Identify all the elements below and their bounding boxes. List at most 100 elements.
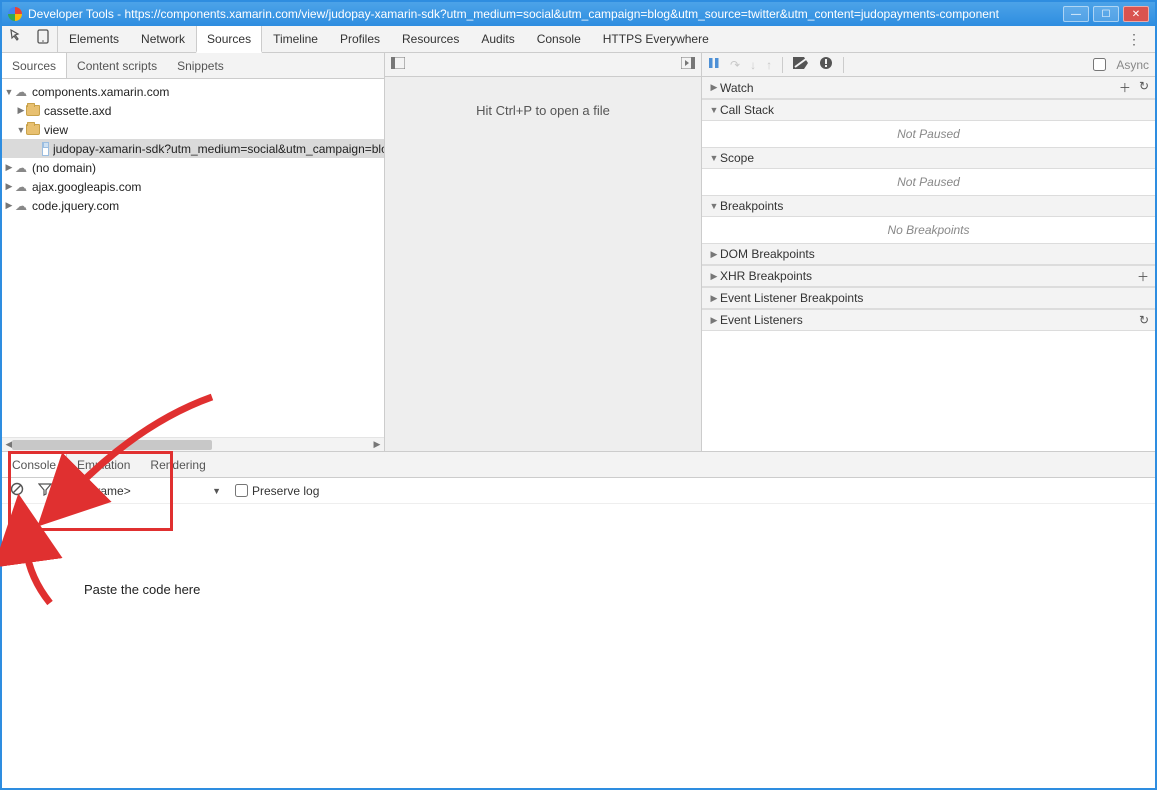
annotation-arrow-2: [20, 543, 80, 613]
show-debugger-icon[interactable]: [681, 57, 695, 72]
tab-https-everywhere[interactable]: HTTPS Everywhere: [592, 26, 720, 52]
section-event-listeners-label: Event Listeners: [720, 313, 803, 327]
chevron-down-icon: ▼: [212, 486, 221, 496]
main-toolbar: Elements Network Sources Timeline Profil…: [2, 26, 1155, 53]
add-watch-icon[interactable]: ＋: [1119, 79, 1131, 96]
window-titlebar: Developer Tools - https://components.xam…: [2, 2, 1155, 26]
scroll-right-icon[interactable]: ▶: [370, 439, 384, 450]
filter-icon[interactable]: [38, 482, 52, 499]
section-callstack[interactable]: ▼Call Stack: [702, 99, 1155, 121]
execution-context-selector[interactable]: <top frame> ▼: [66, 484, 221, 498]
chrome-icon: [8, 7, 22, 21]
section-scope-label: Scope: [720, 151, 754, 165]
window-title: Developer Tools - https://components.xam…: [28, 7, 1059, 21]
drawer-tab-rendering[interactable]: Rendering: [140, 452, 215, 477]
tree-domain-none[interactable]: (no domain): [32, 161, 96, 175]
subtab-sources[interactable]: Sources: [2, 53, 67, 78]
tree-file[interactable]: judopay-xamarin-sdk?utm_medium=social&ut…: [53, 142, 384, 156]
minimize-button[interactable]: —: [1063, 6, 1089, 22]
sources-panel: Sources Content scripts Snippets ▼☁compo…: [2, 53, 1155, 452]
folder-icon: [26, 124, 40, 135]
editor-tabstrip: [385, 53, 701, 77]
tree-origin: components.xamarin.com: [32, 85, 169, 99]
refresh-watch-icon[interactable]: ↻: [1139, 79, 1149, 96]
section-xhr-label: XHR Breakpoints: [720, 269, 812, 283]
console-body[interactable]: ›: [2, 504, 1155, 531]
navigator-subtabs: Sources Content scripts Snippets: [2, 53, 384, 79]
show-navigator-icon[interactable]: [391, 57, 405, 72]
tree-folder-cassette[interactable]: cassette.axd: [44, 104, 111, 118]
folder-icon: [26, 105, 40, 116]
kebab-menu-icon[interactable]: ⋮: [1113, 26, 1155, 52]
section-watch[interactable]: ▶Watch＋↻: [702, 77, 1155, 99]
file-icon: [42, 142, 49, 156]
tab-network[interactable]: Network: [130, 26, 196, 52]
tree-folder-view[interactable]: view: [44, 123, 68, 137]
tree-domain-ajax[interactable]: ajax.googleapis.com: [32, 180, 141, 194]
add-xhr-icon[interactable]: ＋: [1137, 268, 1149, 285]
tab-sources[interactable]: Sources: [196, 26, 262, 53]
toolbar-left-icons: [2, 26, 58, 52]
clear-console-icon[interactable]: [10, 482, 24, 499]
drawer-tabs: Console Emulation Rendering: [2, 452, 1155, 478]
pause-icon[interactable]: [708, 57, 720, 72]
scrollbar-thumb[interactable]: [12, 440, 212, 450]
section-breakpoints-label: Breakpoints: [720, 199, 783, 213]
preserve-log-label: Preserve log: [252, 484, 319, 498]
tree-domain-jquery[interactable]: code.jquery.com: [32, 199, 119, 213]
main-tabs: Elements Network Sources Timeline Profil…: [58, 26, 720, 52]
preserve-log-checkbox[interactable]: [235, 484, 248, 497]
window-buttons: — ☐ ✕: [1059, 6, 1149, 22]
file-tree[interactable]: ▼☁components.xamarin.com ▶cassette.axd ▼…: [2, 79, 384, 437]
debugger-toolbar: ↷ ↓ ↑ Async: [702, 53, 1155, 77]
navigator-pane: Sources Content scripts Snippets ▼☁compo…: [2, 53, 385, 451]
console-prompt-icon: ›: [12, 510, 16, 525]
step-out-icon[interactable]: ↑: [766, 58, 772, 72]
subtab-snippets[interactable]: Snippets: [167, 53, 234, 78]
section-dom-label: DOM Breakpoints: [720, 247, 815, 261]
close-button[interactable]: ✕: [1123, 6, 1149, 22]
tab-audits[interactable]: Audits: [470, 26, 525, 52]
step-into-icon[interactable]: ↓: [750, 58, 756, 72]
editor-pane: Hit Ctrl+P to open a file: [385, 53, 702, 451]
console-controls: <top frame> ▼ Preserve log: [2, 478, 1155, 504]
breakpoints-empty: No Breakpoints: [702, 217, 1155, 243]
drawer-tab-console[interactable]: Console: [2, 452, 67, 477]
section-dom-breakpoints[interactable]: ▶DOM Breakpoints: [702, 243, 1155, 265]
section-watch-label: Watch: [720, 81, 754, 95]
tab-resources[interactable]: Resources: [391, 26, 470, 52]
scope-empty: Not Paused: [702, 169, 1155, 195]
section-listener-bp-label: Event Listener Breakpoints: [720, 291, 863, 305]
section-breakpoints[interactable]: ▼Breakpoints: [702, 195, 1155, 217]
deactivate-breakpoints-icon[interactable]: [793, 57, 809, 72]
step-over-icon[interactable]: ↷: [730, 58, 740, 72]
annotation-paste-label: Paste the code here: [84, 582, 200, 597]
pause-on-exceptions-icon[interactable]: [819, 56, 833, 73]
async-label: Async: [1116, 58, 1149, 72]
section-event-listeners[interactable]: ▶Event Listeners↻: [702, 309, 1155, 331]
inspect-icon[interactable]: [10, 29, 25, 49]
section-callstack-label: Call Stack: [720, 103, 774, 117]
section-xhr-breakpoints[interactable]: ▶XHR Breakpoints＋: [702, 265, 1155, 287]
tab-profiles[interactable]: Profiles: [329, 26, 391, 52]
editor-empty-hint: Hit Ctrl+P to open a file: [385, 77, 701, 451]
section-event-listener-breakpoints[interactable]: ▶Event Listener Breakpoints: [702, 287, 1155, 309]
cloud-icon: ☁: [14, 199, 28, 213]
debugger-pane: ↷ ↓ ↑ Async ▶Watch＋↻ ▼Call Stack Not Pau…: [702, 53, 1155, 451]
device-icon[interactable]: [37, 29, 49, 49]
drawer-tab-emulation[interactable]: Emulation: [67, 452, 140, 477]
subtab-content-scripts[interactable]: Content scripts: [67, 53, 167, 78]
cloud-icon: ☁: [14, 161, 28, 175]
callstack-empty: Not Paused: [702, 121, 1155, 147]
cloud-icon: ☁: [14, 85, 28, 99]
navigator-scrollbar[interactable]: ◀ ▶: [2, 437, 384, 451]
preserve-log-toggle[interactable]: Preserve log: [235, 484, 319, 498]
section-scope[interactable]: ▼Scope: [702, 147, 1155, 169]
tab-console[interactable]: Console: [526, 26, 592, 52]
maximize-button[interactable]: ☐: [1093, 6, 1119, 22]
tab-elements[interactable]: Elements: [58, 26, 130, 52]
debugger-sections: ▶Watch＋↻ ▼Call Stack Not Paused ▼Scope N…: [702, 77, 1155, 451]
refresh-listeners-icon[interactable]: ↻: [1139, 313, 1149, 327]
tab-timeline[interactable]: Timeline: [262, 26, 329, 52]
async-checkbox[interactable]: [1093, 58, 1106, 71]
